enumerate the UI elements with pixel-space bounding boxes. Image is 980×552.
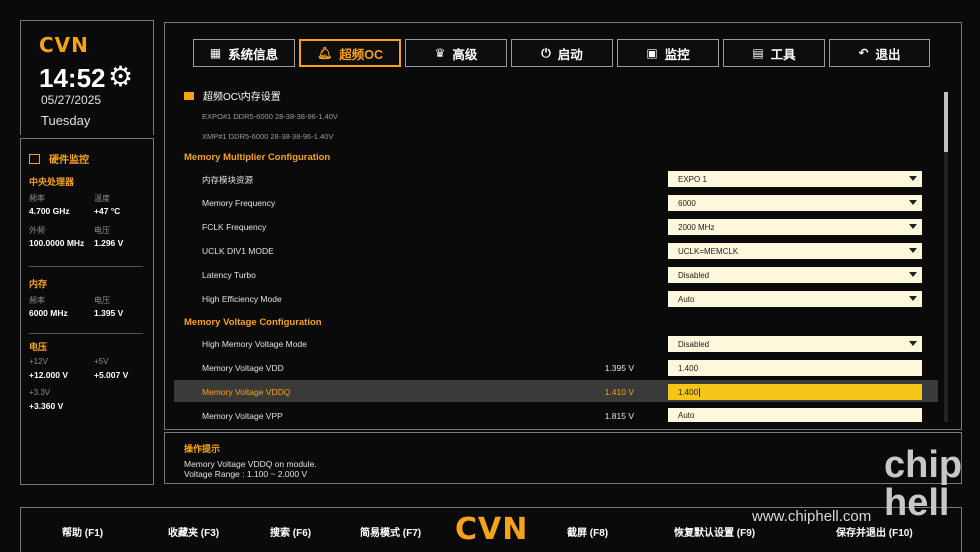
scrollbar-thumb[interactable] xyxy=(944,92,948,152)
easy-mode-f7-button[interactable]: 简易模式 (F7) xyxy=(360,524,421,539)
high-efficiency-select[interactable]: Auto xyxy=(668,291,922,307)
chevron-down-icon xyxy=(909,296,917,301)
screenshot-f8-button[interactable]: 截屏 (F8) xyxy=(567,524,608,539)
help-line-2: Voltage Range : 1.100 ~ 2.000 V xyxy=(184,469,308,479)
v5-label: +5V xyxy=(94,357,109,366)
high-voltage-mode-select[interactable]: Disabled xyxy=(668,336,922,352)
vpp-input[interactable]: Auto xyxy=(668,408,922,422)
text-cursor xyxy=(699,387,701,397)
crown-icon: ♛ xyxy=(434,46,446,60)
clock-time: 14:52 xyxy=(39,63,106,93)
breadcrumb: 超频OC\内存设置 xyxy=(184,88,281,103)
fclk-select[interactable]: 2000 MHz xyxy=(668,219,922,235)
row-vpp-label: Memory Voltage VPP xyxy=(202,411,283,421)
tab-boot[interactable]: ⏻ 启动 xyxy=(511,39,613,67)
chevron-down-icon xyxy=(909,248,917,253)
mem-title: 内存 xyxy=(29,279,48,289)
monitor-divider xyxy=(29,333,143,334)
memory-source-select[interactable]: EXPO 1 xyxy=(668,171,922,187)
v33-value: +3.360 V xyxy=(29,401,64,411)
brand-logo: CVN xyxy=(39,33,89,57)
monitor-header: 硬件监控 xyxy=(29,151,89,166)
row-vdd-label: Memory Voltage VDD xyxy=(202,363,284,373)
v5-value: +5.007 V xyxy=(94,370,129,380)
chevron-down-icon xyxy=(909,224,917,229)
bell-icon: 🔔︎ xyxy=(317,46,333,60)
power-icon: ⏻ xyxy=(541,45,551,60)
tab-exit[interactable]: ↶ 退出 xyxy=(829,39,930,67)
chevron-down-icon xyxy=(909,272,917,277)
tab-system-info[interactable]: ▦ 系统信息 xyxy=(193,39,295,67)
row-high-efficiency-label: High Efficiency Mode xyxy=(202,294,282,304)
help-line-1: Memory Voltage VDDQ on module. xyxy=(184,459,317,469)
help-f1-button[interactable]: 帮助 (F1) xyxy=(62,524,103,539)
cpu-title: 中央处理器 xyxy=(29,177,75,187)
watermark-url: www.chiphell.com xyxy=(752,508,872,525)
voltage-section-title: Memory Voltage Configuration xyxy=(184,317,322,328)
mem-volt-label: 电压 xyxy=(94,296,110,305)
bottom-brand-logo: CVN xyxy=(455,512,529,547)
cpu-temp-value: +47 °C xyxy=(94,206,121,216)
row-uclk-label: UCLK DIV1 MODE xyxy=(202,246,274,256)
vddq-current-value: 1.410 V xyxy=(604,387,634,397)
chevron-down-icon xyxy=(909,341,917,346)
monitor-divider xyxy=(29,266,143,267)
multiplier-section-title: Memory Multiplier Configuration xyxy=(184,152,331,163)
row-latency-turbo-label: Latency Turbo xyxy=(202,270,256,280)
row-high-voltage-mode-label: High Memory Voltage Mode xyxy=(202,339,307,349)
clock-weekday: Tuesday xyxy=(41,113,91,128)
latency-turbo-select[interactable]: Disabled xyxy=(668,267,922,283)
vpp-current-value: 1.815 V xyxy=(604,411,634,421)
cpu-volt-label: 电压 xyxy=(94,226,110,235)
chevron-down-icon xyxy=(909,176,917,181)
tab-tools[interactable]: ▤ 工具 xyxy=(723,39,825,67)
mem-volt-value: 1.395 V xyxy=(94,308,124,318)
search-f6-button[interactable]: 搜索 (F6) xyxy=(270,524,311,539)
row-fclk-label: FCLK Frequency xyxy=(202,222,267,232)
cpu-temp-label: 温度 xyxy=(94,194,110,203)
toolbox-icon: ▤ xyxy=(752,46,764,60)
monitor-title: 硬件监控 xyxy=(49,155,89,166)
save-exit-f10-button[interactable]: 保存并退出 (F10) xyxy=(836,524,913,539)
vddq-input[interactable]: 1.400 xyxy=(668,384,922,400)
cpu-bclk-label: 外频 xyxy=(29,226,45,235)
cpu-volt-value: 1.296 V xyxy=(94,238,124,248)
vdd-input[interactable]: 1.400 xyxy=(668,360,922,376)
tab-advanced[interactable]: ♛ 高级 xyxy=(405,39,507,67)
help-title: 操作提示 xyxy=(184,444,221,454)
vdd-current-value: 1.395 V xyxy=(604,363,634,373)
power-title: 电压 xyxy=(29,342,48,352)
clock-date: 05/27/2025 xyxy=(41,93,102,107)
v33-label: +3.3V xyxy=(29,388,51,397)
gear-icon[interactable]: ⚙ xyxy=(108,60,133,93)
load-defaults-f9-button[interactable]: 恢复默认设置 (F9) xyxy=(674,524,755,539)
cpu-bclk-value: 100.0000 MHz xyxy=(29,238,85,248)
tab-overclock[interactable]: 🔔︎ 超频OC xyxy=(299,39,401,67)
monitor-icon xyxy=(29,153,40,164)
row-memory-frequency-label: Memory Frequency xyxy=(202,198,276,208)
v12-value: +12.000 V xyxy=(29,370,68,380)
breadcrumb-text: 超频OC\内存设置 xyxy=(203,92,281,103)
grid-icon: ▦ xyxy=(209,46,222,60)
xmp-profile: XMP#1 DDR5-6000 28-38-38-96-1.40V xyxy=(202,132,334,141)
cpu-freq-value: 4.700 GHz xyxy=(29,206,70,216)
cpu-freq-label: 频率 xyxy=(29,194,45,203)
tab-monitor[interactable]: ▣ 监控 xyxy=(617,39,719,67)
chevron-down-icon xyxy=(909,200,917,205)
watermark-logo: chip hell xyxy=(884,444,963,524)
memory-frequency-select[interactable]: 6000 xyxy=(668,195,922,211)
mem-freq-label: 频率 xyxy=(29,296,45,305)
mem-freq-value: 6000 MHz xyxy=(29,308,68,318)
monitor-icon: ▣ xyxy=(646,46,658,60)
row-vddq-label: Memory Voltage VDDQ xyxy=(202,387,291,397)
folder-icon xyxy=(184,91,194,100)
row-memory-source-label: 内存模块资源 xyxy=(202,175,254,185)
expo-profile: EXPO#1 DDR5-6000 28-38-38-96-1.40V xyxy=(202,112,338,121)
back-arrow-icon: ↶ xyxy=(858,46,869,60)
favorites-f3-button[interactable]: 收藏夹 (F3) xyxy=(168,524,219,539)
uclk-select[interactable]: UCLK=MEMCLK xyxy=(668,243,922,259)
v12-label: +12V xyxy=(29,357,48,366)
